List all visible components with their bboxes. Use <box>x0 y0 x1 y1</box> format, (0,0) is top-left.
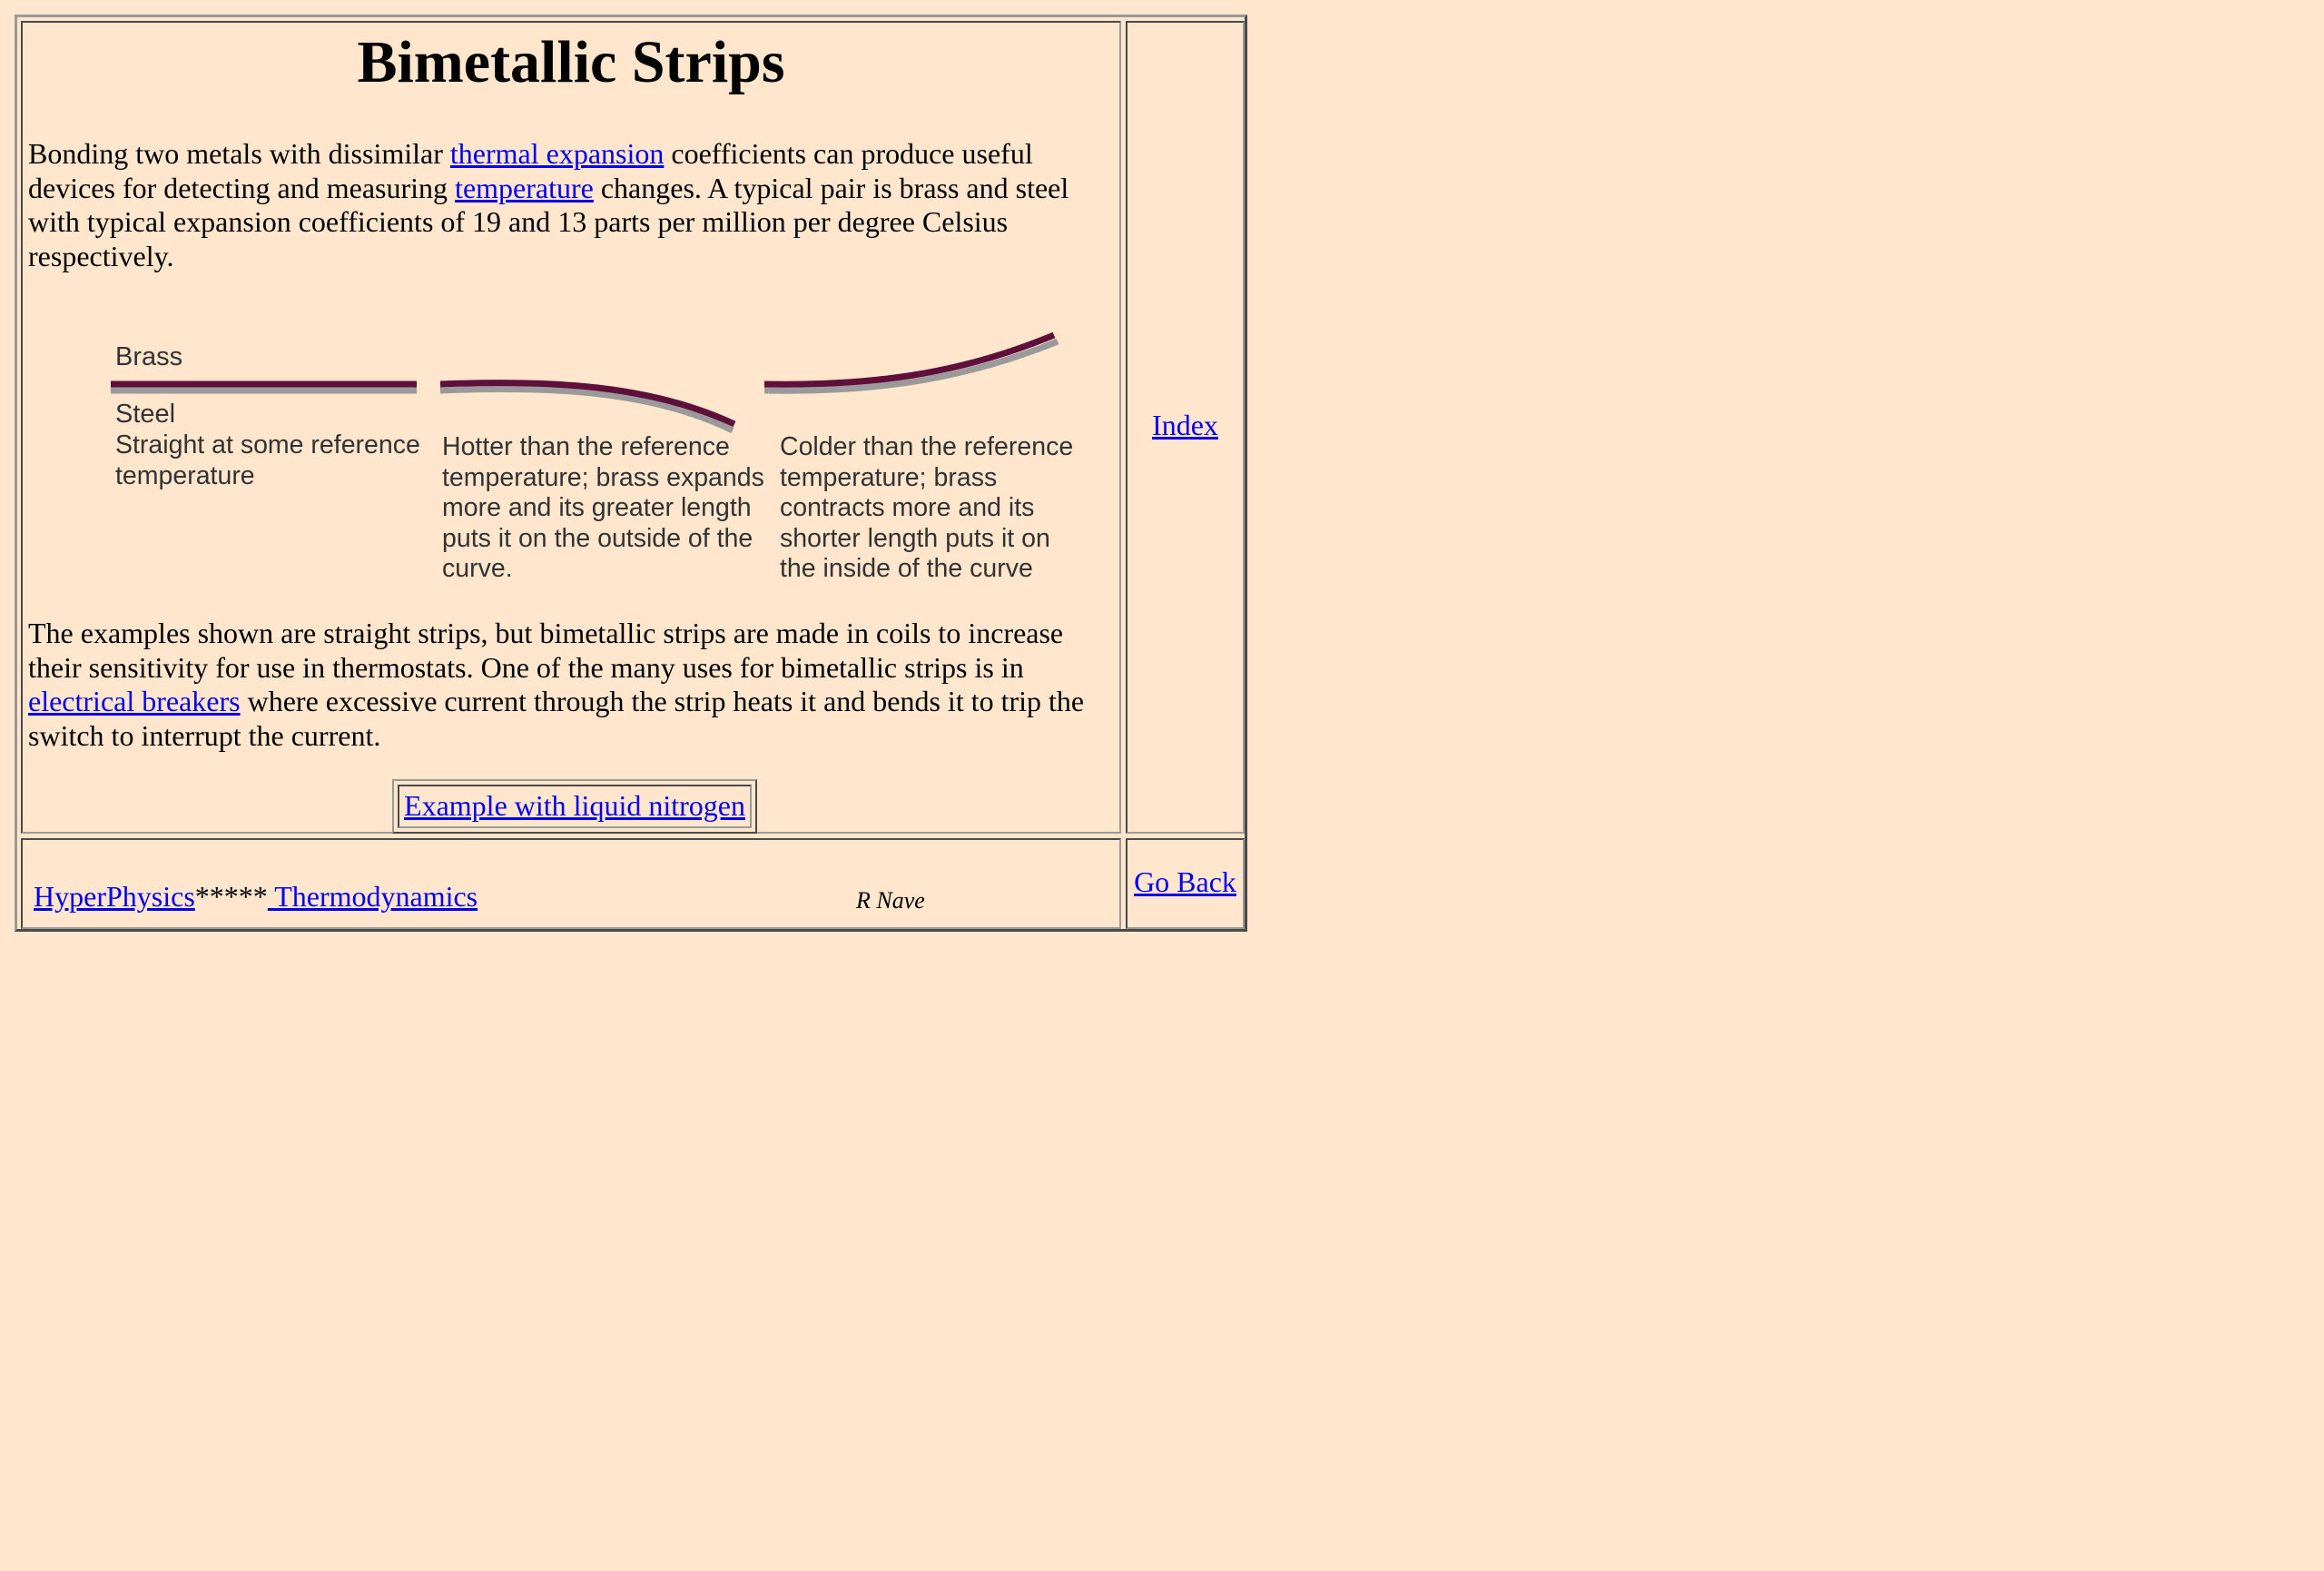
brass-label: Brass <box>115 342 183 371</box>
colder-caption: Colder than the reference temperature; b… <box>780 432 1074 583</box>
examples-text-1: The examples shown are straight strips, … <box>28 617 1064 684</box>
straight-caption: Straight at some reference temperature <box>115 430 420 490</box>
liquid-nitrogen-example-link[interactable]: Example with liquid nitrogen <box>404 789 745 822</box>
index-link[interactable]: Index <box>1152 409 1218 441</box>
electrical-breakers-link[interactable]: electrical breakers <box>28 685 241 717</box>
footer-separator: ***** <box>194 880 268 913</box>
go-back-cell: Go Back <box>1126 838 1245 929</box>
main-content-cell: Bimetallic Strips Bonding two metals wit… <box>21 21 1121 834</box>
example-box: Example with liquid nitrogen <box>392 779 757 834</box>
author-name: R Nave <box>856 887 925 914</box>
colder-strip <box>763 331 1059 394</box>
thermodynamics-link[interactable]: Thermodynamics <box>268 880 478 913</box>
go-back-link[interactable]: Go Back <box>1134 865 1236 898</box>
bimetallic-strip-figure: Brass Steel Straight at some reference t… <box>88 309 1096 599</box>
example-cell: Example with liquid nitrogen <box>398 785 752 828</box>
go-back-wrapper: Go Back <box>1128 865 1243 899</box>
hotter-strip <box>439 380 736 434</box>
layout-table: Bimetallic Strips Bonding two metals wit… <box>15 15 1247 932</box>
index-cell: Index <box>1126 21 1245 834</box>
hyperphysics-link[interactable]: HyperPhysics <box>34 880 195 913</box>
temperature-link[interactable]: temperature <box>455 172 594 204</box>
intro-paragraph: Bonding two metals with dissimilar therm… <box>28 137 1118 273</box>
index-link-wrapper: Index <box>1128 409 1243 442</box>
thermal-expansion-link[interactable]: thermal expansion <box>450 137 664 170</box>
page-title: Bimetallic Strips <box>357 29 785 95</box>
examples-paragraph: The examples shown are straight strips, … <box>28 617 1118 753</box>
intro-text-1: Bonding two metals with dissimilar <box>28 137 450 170</box>
footer-nav: HyperPhysics***** Thermodynamics <box>34 880 478 914</box>
straight-strip <box>111 380 417 394</box>
hotter-caption: Hotter than the reference temperature; b… <box>442 432 764 583</box>
footer-cell: HyperPhysics***** Thermodynamics R Nave <box>21 838 1121 929</box>
steel-label: Steel <box>115 400 176 429</box>
